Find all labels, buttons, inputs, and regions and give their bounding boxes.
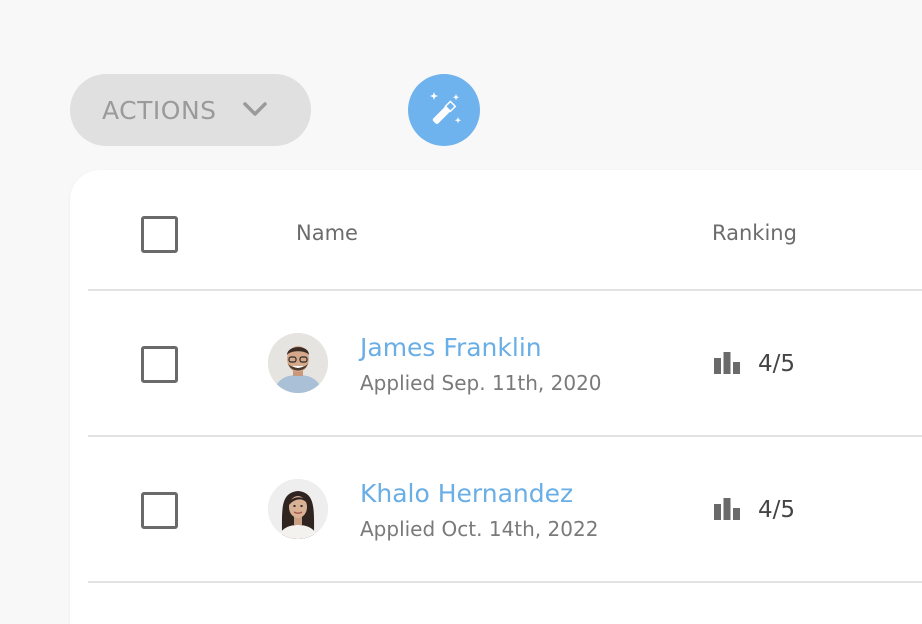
candidate-name-link[interactable]: Khalo Hernandez	[360, 479, 573, 508]
candidates-view: ACTIONS Name Ranking James Franklin Appl…	[0, 0, 922, 624]
avatar	[268, 479, 328, 539]
chevron-down-icon	[243, 102, 267, 116]
row-checkbox[interactable]	[141, 492, 178, 529]
select-all-checkbox[interactable]	[141, 216, 178, 253]
applied-date: Applied Sep. 11th, 2020	[360, 371, 602, 395]
ranking-value: 4/5	[758, 351, 796, 377]
header-divider	[88, 289, 922, 291]
row-checkbox[interactable]	[141, 346, 178, 383]
column-header-ranking[interactable]: Ranking	[712, 221, 797, 245]
row-divider	[88, 581, 922, 583]
ranking-value: 4/5	[758, 497, 796, 523]
column-header-name[interactable]: Name	[296, 221, 358, 245]
applied-date: Applied Oct. 14th, 2022	[360, 517, 599, 541]
actions-dropdown-button[interactable]: ACTIONS	[70, 74, 311, 146]
magic-wand-icon	[430, 92, 462, 124]
row-divider	[88, 435, 922, 437]
bar-chart-icon	[714, 498, 740, 520]
bar-chart-icon	[714, 352, 740, 374]
actions-label: ACTIONS	[102, 95, 217, 125]
magic-wand-button[interactable]	[408, 74, 480, 146]
candidate-name-link[interactable]: James Franklin	[360, 333, 542, 362]
avatar	[268, 333, 328, 393]
